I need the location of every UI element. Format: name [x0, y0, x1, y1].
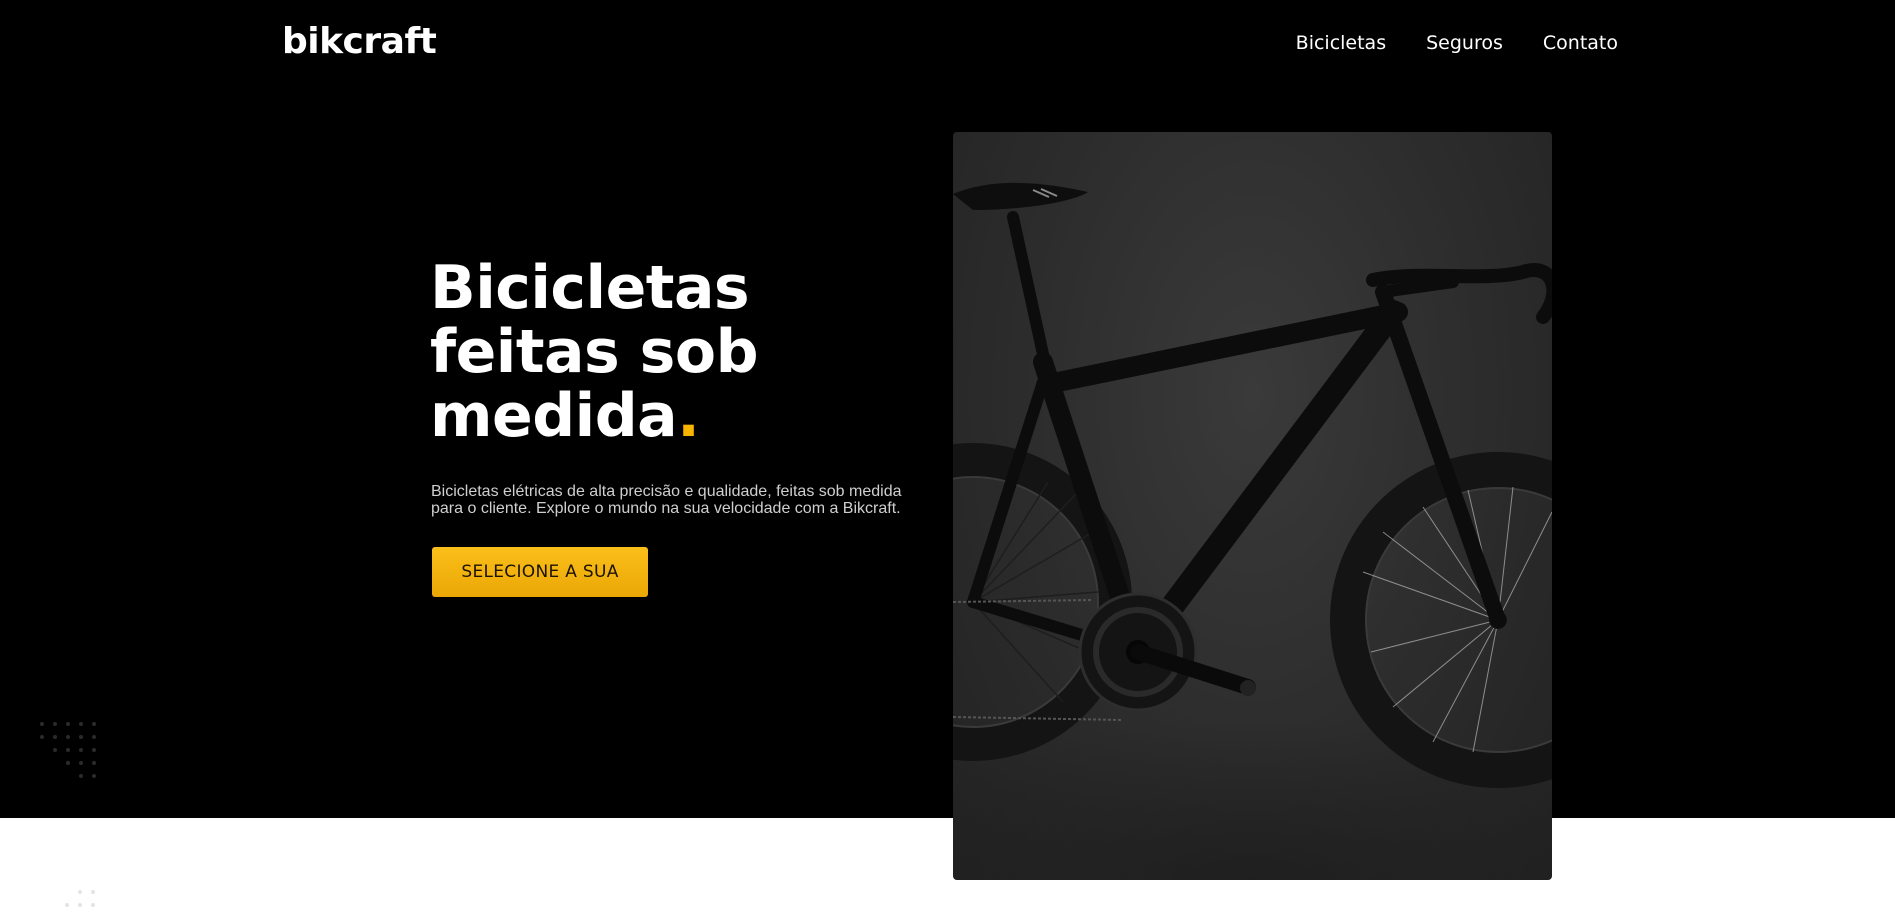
- nav-link-seguros[interactable]: Seguros: [1426, 32, 1503, 54]
- hero-title-line-1: Bicicletas: [430, 253, 750, 323]
- bicycle-illustration: [953, 182, 1552, 880]
- nav-item-seguros: Seguros: [1426, 30, 1503, 56]
- logo[interactable]: bikcraft: [282, 18, 437, 66]
- nav-item-contato: Contato: [1543, 30, 1618, 56]
- nav-item-bicicletas: Bicicletas: [1296, 30, 1386, 56]
- hero-description-line-1: Bicicletas elétricas de alta precisão e …: [431, 483, 902, 500]
- hero-title-line-3: medida.: [430, 384, 950, 448]
- hero-title-line-3-text: medida: [430, 381, 678, 451]
- select-bike-button[interactable]: SELECIONE A SUA: [432, 547, 648, 597]
- hero-title-line-2: feitas sob: [430, 317, 759, 387]
- hero-description-line-2: para o cliente. Explore o mundo na sua v…: [431, 500, 901, 517]
- saddle: [953, 182, 1088, 210]
- main-nav: Bicicletas Seguros Contato: [1296, 30, 1618, 56]
- dot-grid-icon: [40, 722, 96, 778]
- hero-title-dot: .: [677, 381, 700, 451]
- road-bicycle-photo: [953, 132, 1552, 880]
- nav-link-bicicletas[interactable]: Bicicletas: [1296, 32, 1386, 54]
- site-header: bikcraft Bicicletas Seguros Contato: [0, 0, 1895, 86]
- hero-title: Bicicletas feitas sob medida.: [430, 256, 950, 448]
- hero-description: Bicicletas elétricas de alta precisão e …: [431, 483, 911, 517]
- nav-link-contato[interactable]: Contato: [1543, 32, 1618, 54]
- dot-grid-icon-bottom: [65, 890, 95, 907]
- page: bikcraft Bicicletas Seguros Contato Bici…: [0, 0, 1895, 914]
